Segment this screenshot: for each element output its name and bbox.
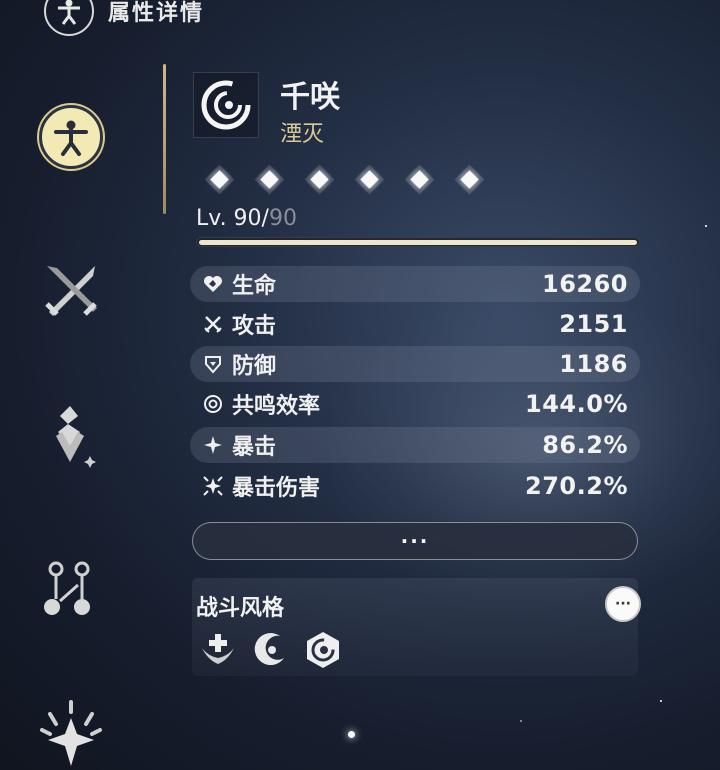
stat-label: 暴击 xyxy=(232,435,277,460)
background-star xyxy=(348,731,355,738)
stat-row-crit-rate: 暴击 86.2% xyxy=(190,427,640,463)
level-current: Lv. 90/ xyxy=(196,206,269,231)
stat-label: 攻击 xyxy=(232,314,277,339)
sequence-node xyxy=(206,166,232,192)
vitruvian-icon xyxy=(54,120,88,156)
stat-value: 144.0% xyxy=(525,390,628,418)
level-max: 90 xyxy=(268,206,297,231)
nav-weapon-tab[interactable] xyxy=(36,255,106,325)
nav-attributes-tab[interactable] xyxy=(39,105,103,169)
stat-label: 生命 xyxy=(232,274,277,299)
character-name: 千咲 xyxy=(280,80,340,115)
energy-regen-icon xyxy=(202,393,224,415)
crossed-swords-icon xyxy=(45,266,97,316)
stat-row-hp: 生命 16260 xyxy=(190,266,640,302)
level-progress-fill xyxy=(199,240,637,245)
crescent-swirl-icon[interactable] xyxy=(250,630,290,670)
sequence-diamond-icon xyxy=(409,169,429,189)
combat-style-title: 战斗风格 xyxy=(196,596,285,621)
stat-row-atk: 攻击 2151 xyxy=(190,306,640,342)
background-star xyxy=(660,700,662,702)
background-star xyxy=(705,225,707,227)
resonance-chain-icon xyxy=(40,700,102,766)
nav-resonance-chain-tab[interactable] xyxy=(36,700,106,770)
element-emblem xyxy=(193,72,259,138)
sequence-node xyxy=(356,166,382,192)
sequence-node xyxy=(456,166,482,192)
page-title: 属性详情 xyxy=(108,1,205,26)
sequence-diamond-icon xyxy=(259,169,279,189)
character-level: Lv. 90/90 xyxy=(196,206,297,231)
combat-style-more-button[interactable]: ··· xyxy=(605,586,641,622)
stat-value: 1186 xyxy=(559,350,628,378)
stat-label: 共鸣效率 xyxy=(232,394,321,419)
heart-icon xyxy=(202,273,224,295)
sequence-diamond-icon xyxy=(309,169,329,189)
crit-damage-icon xyxy=(202,475,224,497)
crit-star-icon xyxy=(202,434,224,456)
stat-row-energy-regen: 共鸣效率 144.0% xyxy=(190,386,640,422)
stat-value: 270.2% xyxy=(525,472,628,500)
nav-echo-tab[interactable] xyxy=(36,400,106,470)
stat-label: 防御 xyxy=(232,354,277,379)
sequence-diamond-icon xyxy=(459,169,479,189)
stat-row-def: 防御 1186 xyxy=(190,346,640,382)
skill-tree-icon xyxy=(44,561,90,615)
nav-skill-tab[interactable] xyxy=(36,552,106,622)
healing-wings-icon[interactable] xyxy=(198,630,238,670)
sequence-node xyxy=(406,166,432,192)
sequence-diamond-icon xyxy=(359,169,379,189)
stat-value: 16260 xyxy=(542,270,628,298)
echo-icon xyxy=(56,406,96,468)
page-header: 属性详情 xyxy=(44,0,204,36)
nav-divider xyxy=(163,64,166,214)
attack-swords-icon xyxy=(202,313,224,335)
more-stats-button[interactable]: ··· xyxy=(192,522,638,560)
sequence-node xyxy=(256,166,282,192)
sequence-nodes xyxy=(206,166,482,192)
background-star xyxy=(520,720,522,722)
stat-value: 2151 xyxy=(559,310,628,338)
stat-row-crit-damage: 暴击伤害 270.2% xyxy=(190,468,640,504)
havoc-hex-icon[interactable] xyxy=(303,630,343,670)
havoc-swirl-icon xyxy=(201,80,251,130)
sequence-diamond-icon xyxy=(209,169,229,189)
sequence-node xyxy=(306,166,332,192)
vitruvian-icon xyxy=(44,0,94,36)
stat-value: 86.2% xyxy=(542,431,628,459)
shield-icon xyxy=(202,353,224,375)
character-element: 湮灭 xyxy=(280,122,325,147)
stat-label: 暴击伤害 xyxy=(232,476,321,501)
